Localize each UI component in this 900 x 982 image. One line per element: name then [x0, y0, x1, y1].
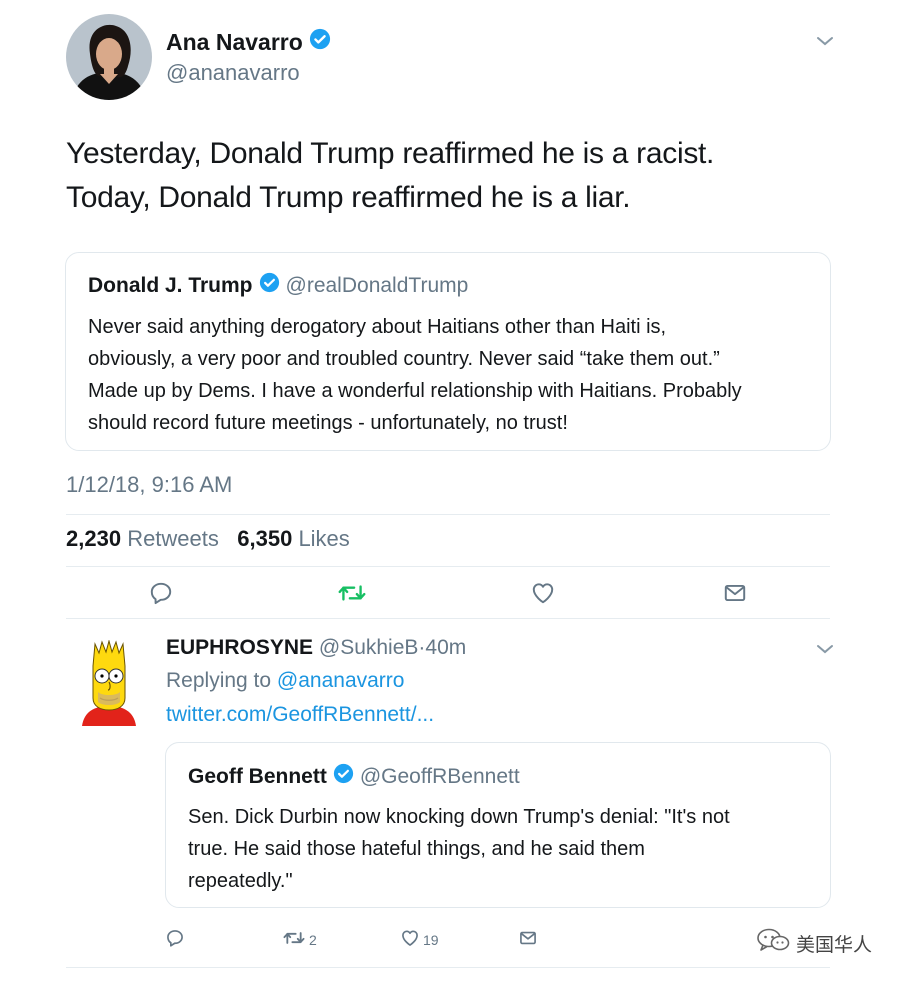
reply-retweet-button[interactable]: 2 — [282, 928, 317, 951]
divider — [66, 566, 830, 567]
quoted-text-line: should record future meetings - unfortun… — [88, 412, 568, 434]
reply-quoted-header: Geoff Bennett @GeoffRBennett — [188, 763, 520, 790]
likes-stat[interactable]: 6,350 Likes — [237, 526, 350, 551]
reply-like-button[interactable]: 19 — [400, 928, 439, 951]
message-icon[interactable] — [720, 578, 750, 608]
retweets-label: Retweets — [127, 526, 219, 551]
author-name-row[interactable]: Ana Navarro — [166, 28, 331, 56]
reply-quoted-tweet-card[interactable]: Geoff Bennett @GeoffRBennett Sen. Dick D… — [165, 742, 831, 908]
reply-quoted-text-line: Sen. Dick Durbin now knocking down Trump… — [188, 806, 730, 828]
author-avatar[interactable] — [66, 14, 152, 100]
reply-message-button[interactable] — [518, 928, 538, 951]
quoted-text-line: Made up by Dems. I have a wonderful rela… — [88, 380, 742, 402]
replying-to: Replying to @ananavarro — [166, 669, 404, 693]
quoted-tweet-header: Donald J. Trump @realDonaldTrump — [88, 272, 468, 299]
reply-reply-button[interactable] — [165, 928, 185, 951]
tweet-text-line: Yesterday, Donald Trump reaffirmed he is… — [66, 137, 715, 170]
replying-to-link[interactable]: @ananavarro — [277, 669, 405, 692]
quoted-author-name: Donald J. Trump — [88, 273, 253, 297]
retweet-icon — [282, 928, 306, 951]
quoted-author-handle: @realDonaldTrump — [285, 273, 469, 297]
reply-author-name[interactable]: EUPHROSYNE — [166, 636, 313, 659]
reply-quoted-author-handle: @GeoffRBennett — [359, 764, 520, 788]
verified-badge-icon — [333, 763, 354, 790]
reply-like-count: 19 — [423, 931, 439, 948]
quoted-text-line: obviously, a very poor and troubled coun… — [88, 348, 720, 370]
reply-time[interactable]: 40m — [425, 636, 466, 659]
reply-url-link[interactable]: twitter.com/GeoffRBennett/... — [166, 703, 434, 727]
retweet-icon[interactable] — [336, 578, 368, 608]
author-handle[interactable]: @ananavarro — [166, 60, 300, 86]
reply-icon — [165, 928, 185, 951]
quoted-tweet-text: Never said anything derogatory about Hai… — [88, 311, 818, 439]
reply-icon[interactable] — [146, 578, 176, 608]
divider — [66, 514, 830, 515]
reply-avatar[interactable] — [80, 639, 138, 726]
author-name[interactable]: Ana Navarro — [166, 29, 303, 56]
message-icon — [518, 928, 538, 951]
tweet-text-line: Today, Donald Trump reaffirmed he is a l… — [66, 181, 631, 214]
like-icon — [400, 928, 420, 951]
like-icon[interactable] — [528, 578, 558, 608]
reply-author-handle[interactable]: @SukhieB — [319, 636, 419, 659]
divider — [66, 618, 830, 619]
reply-header: EUPHROSYNE @SukhieB·40m — [166, 636, 466, 660]
likes-label: Likes — [298, 526, 350, 551]
watermark-text: 美国华人 — [795, 934, 872, 956]
likes-count: 6,350 — [237, 526, 293, 551]
retweets-stat[interactable]: 2,230 Retweets — [66, 526, 219, 551]
tweet-stats: 2,230 Retweets 6,350 Likes — [66, 526, 350, 552]
reply-retweet-count: 2 — [309, 931, 317, 948]
retweets-count: 2,230 — [66, 526, 122, 551]
chevron-down-icon[interactable] — [814, 34, 836, 53]
verified-badge-icon — [309, 28, 331, 56]
reply-quoted-author-name: Geoff Bennett — [188, 764, 327, 788]
replying-prefix: Replying to — [166, 669, 272, 692]
tweet-timestamp[interactable]: 1/12/18, 9:16 AM — [66, 472, 232, 498]
wechat-icon — [756, 928, 790, 958]
divider — [66, 967, 830, 968]
reply-quoted-text: Sen. Dick Durbin now knocking down Trump… — [188, 801, 818, 897]
reply-quoted-text-line: true. He said those hateful things, and … — [188, 838, 645, 860]
tweet-text: Yesterday, Donald Trump reaffirmed he is… — [66, 132, 856, 220]
reply-quoted-text-line: repeatedly." — [188, 870, 293, 892]
quoted-text-line: Never said anything derogatory about Hai… — [88, 316, 667, 338]
chevron-down-icon[interactable] — [814, 642, 836, 661]
verified-badge-icon — [259, 272, 280, 299]
watermark: 美国华人 — [756, 928, 872, 958]
quoted-tweet-card[interactable]: Donald J. Trump @realDonaldTrump Never s… — [65, 252, 831, 451]
